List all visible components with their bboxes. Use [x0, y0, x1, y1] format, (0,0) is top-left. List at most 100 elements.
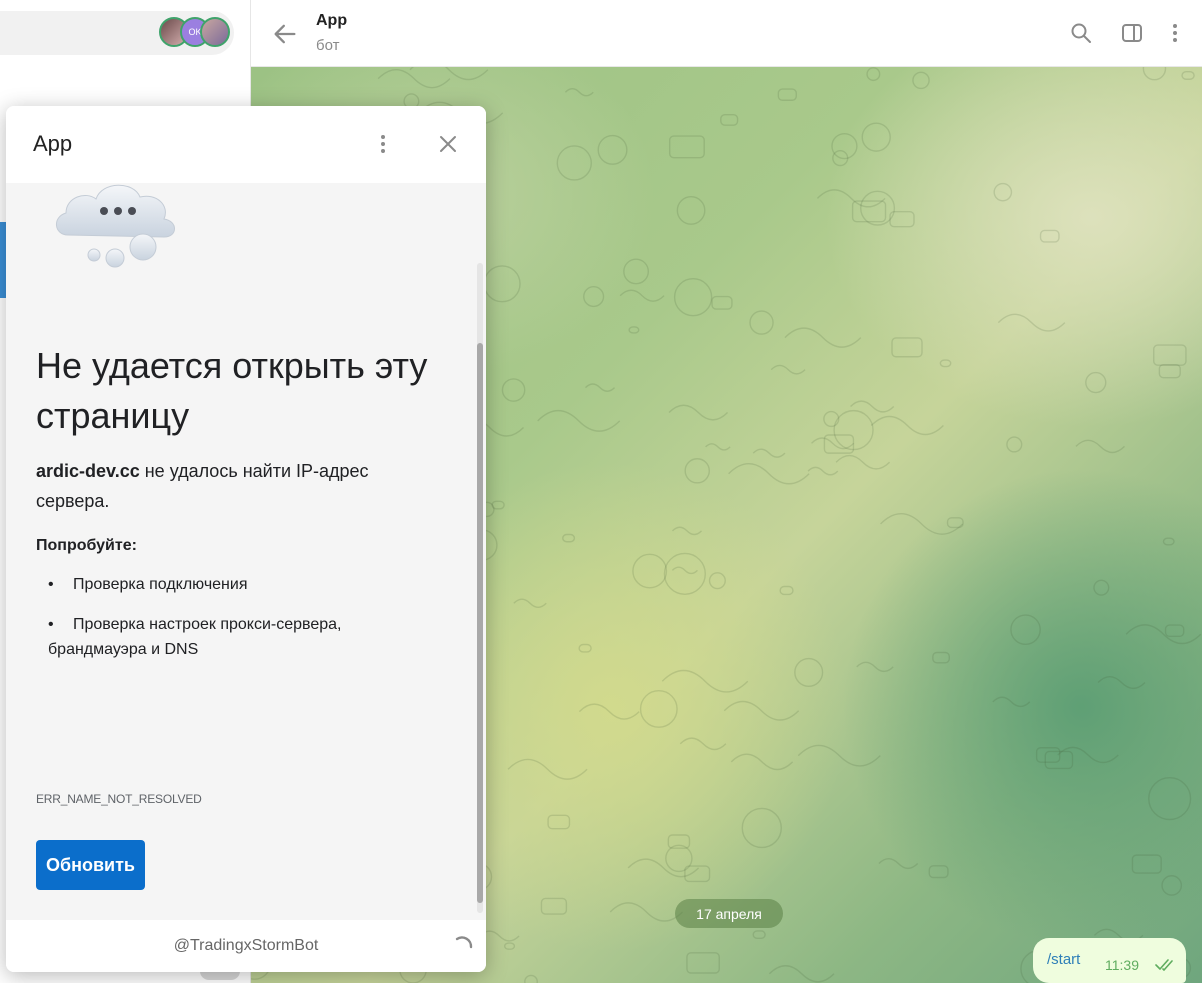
more-vertical-icon[interactable]: [371, 132, 395, 156]
chat-header: App бот: [251, 0, 1202, 67]
wallpaper-doodle: [835, 454, 891, 470]
wallpaper-doodle: [564, 88, 594, 97]
wallpaper-doodle: [409, 67, 489, 81]
wallpaper-doodle: [770, 364, 806, 375]
wallpaper-doodle: [1093, 579, 1110, 596]
sidebar-toggle-icon[interactable]: [1120, 21, 1144, 45]
double-check-icon: [1155, 959, 1173, 971]
wallpaper-doodle: [856, 661, 894, 673]
wallpaper-doodle: [671, 526, 703, 536]
wallpaper-doodle: [578, 643, 592, 653]
wallpaper-doodle: [752, 448, 786, 458]
wallpaper-doodle: [501, 378, 526, 402]
popup-title: App: [33, 131, 73, 156]
wallpaper-doodle: [1039, 229, 1060, 243]
wallpaper-doodle: [609, 902, 684, 922]
wallpaper-doodle: [1085, 371, 1107, 394]
wallpaper-doodle: [741, 807, 782, 849]
search-icon[interactable]: [1069, 21, 1093, 45]
suggestion-item: • Проверка настроек прокси-сервера, бранд…: [48, 612, 408, 662]
error-heading: Не удается открыть эту страницу: [36, 345, 428, 436]
wallpaper-doodle: [730, 753, 794, 771]
wallpaper-doodle: [870, 415, 944, 436]
wallpaper-doodle: [483, 265, 521, 303]
wallpaper-doodle: [632, 553, 668, 589]
wallpaper-doodle: [794, 657, 824, 687]
error-domain: ardic-dev.cc: [36, 461, 140, 481]
error-page: Не удается открыть эту страницу ardic-de…: [6, 183, 486, 920]
wallpaper-doodle: [547, 814, 571, 830]
bullet-icon: •: [48, 576, 54, 593]
outgoing-message[interactable]: /start 11:39: [1033, 938, 1186, 983]
wallpaper-doodle: [777, 88, 797, 101]
wallpaper-doodle: [673, 278, 713, 317]
wallpaper-doodle: [671, 566, 698, 575]
suggestions-heading: Попробуйте:: [36, 537, 137, 554]
close-icon[interactable]: [436, 132, 460, 156]
bot-username[interactable]: @TradingxStormBot: [6, 937, 486, 955]
message-text[interactable]: /start: [1047, 951, 1080, 968]
wallpaper-doodle: [1162, 537, 1175, 546]
back-arrow-icon[interactable]: [271, 20, 299, 48]
wallpaper-doodle: [524, 974, 538, 983]
wallpaper-doodle: [1010, 614, 1041, 646]
wallpaper-doodle: [684, 458, 710, 484]
message-time: 11:39: [1105, 957, 1139, 973]
wallpaper-doodle: [932, 651, 950, 664]
wallpaper-doodle: [1057, 746, 1119, 764]
wallpaper-doodle: [1181, 71, 1195, 80]
scrollbar-thumb[interactable]: [477, 343, 483, 903]
wallpaper-doodle: [1153, 344, 1187, 366]
wallpaper-doodle: [912, 71, 930, 90]
wallpaper-doodle: [779, 585, 794, 596]
wallpaper-doodle: [997, 313, 1066, 332]
wallpaper-doodle: [708, 572, 726, 590]
chat-title[interactable]: App: [316, 12, 347, 30]
wallpaper-doodle: [562, 533, 576, 543]
wallpaper-doodle: [891, 337, 923, 358]
wallpaper-doodle: [992, 696, 1031, 708]
more-vertical-icon[interactable]: [1163, 21, 1187, 45]
wallpaper-doodle: [619, 289, 665, 302]
wallpaper-doodle: [583, 285, 605, 308]
wallpaper-doodle: [784, 327, 862, 348]
wallpaper-doodle: [711, 295, 733, 310]
bullet-icon: •: [48, 616, 54, 633]
wallpaper-doodle: [668, 404, 729, 421]
wallpaper-doodle: [752, 930, 766, 940]
wallpaper-doodle: [866, 67, 881, 82]
wallpaper-doodle: [537, 409, 621, 432]
wallpaper-doodle: [723, 700, 800, 721]
error-message: ardic-dev.cc не удалось найти IP-адрес с…: [36, 456, 436, 516]
wallpaper-doodle: [503, 942, 516, 950]
chat-subtitle: бот: [316, 37, 340, 54]
wallpaper-doodle: [823, 410, 840, 428]
wallpaper-doodle: [1131, 854, 1162, 874]
suggestion-item: • Проверка подключения: [48, 572, 408, 597]
reload-button[interactable]: Обновить: [36, 840, 145, 890]
wallpaper-doodle: [556, 145, 592, 181]
error-code: ERR_NAME_NOT_RESOLVED: [36, 792, 202, 806]
wallpaper-doodle: [578, 703, 640, 720]
wallpaper-doodle: [1142, 67, 1167, 81]
wallpaper-doodle: [749, 310, 774, 335]
wallpaper-doodle: [513, 598, 547, 608]
wallpaper-doodle: [811, 437, 855, 450]
wallpaper-doodle: [1006, 436, 1023, 453]
date-separator: 17 апреля: [675, 899, 783, 928]
wallpaper-doodle: [860, 190, 896, 226]
wallpaper-doodle: [667, 834, 691, 849]
scrollbar[interactable]: [477, 263, 483, 913]
wallpaper-doodle: [705, 443, 731, 451]
wallpaper-doodle: [878, 858, 919, 870]
wallpaper-doodle: [1158, 363, 1181, 379]
wallpaper-doodle: [768, 965, 835, 983]
wallpaper-doodle: [1161, 875, 1183, 896]
wallpaper-doodle: [679, 737, 727, 751]
story-avatar[interactable]: [200, 17, 230, 47]
wallpaper-doodle: [1075, 439, 1125, 454]
wallpaper-doodle: [831, 132, 858, 160]
wallpaper-doodle: [665, 844, 693, 873]
wallpaper-doodle: [993, 182, 1013, 202]
wallpaper-doodle: [1164, 624, 1185, 638]
